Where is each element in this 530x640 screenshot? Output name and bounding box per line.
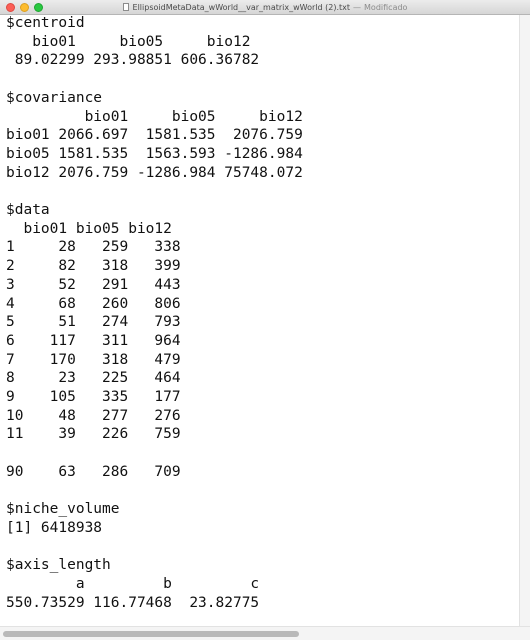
title-separator: — [353,2,362,12]
text-line: 90 63 286 709 [6,463,181,480]
text-line: bio01 bio05 bio12 [6,33,251,50]
text-line: 6 117 311 964 [6,332,181,349]
text-line: 5 51 274 793 [6,314,181,331]
text-line: bio01 2066.697 1581.535 2076.759 [6,127,303,144]
vertical-scrollbar[interactable] [519,15,530,626]
text-line: 9 105 335 177 [6,389,181,406]
text-line: 3 52 291 443 [6,276,181,293]
title-bar: EllipsoidMetaData_wWorld__var_matrix_wWo… [0,0,530,15]
text-line: 7 170 318 479 [6,351,181,368]
text-line: 10 48 277 276 [6,407,181,424]
document-status: Modificado [364,2,408,12]
text-line: [1] 6418938 [6,519,103,536]
text-line: bio01 bio05 bio12 [6,220,172,237]
horizontal-scrollbar[interactable] [0,626,530,640]
text-line: 2 82 318 399 [6,258,181,275]
text-line: 89.02299 293.98851 606.36782 [6,52,260,69]
text-line: $data [6,202,50,219]
window-title: EllipsoidMetaData_wWorld__var_matrix_wWo… [0,0,530,14]
text-line: 11 39 226 759 [6,426,181,443]
text-line: bio12 2076.759 -1286.984 75748.072 [6,164,303,181]
document-text[interactable]: $centroid bio01 bio05 bio12 89.02299 293… [6,14,514,613]
text-line: $niche_volume [6,501,120,518]
text-line: bio05 1581.535 1563.593 -1286.984 [6,145,303,162]
text-line: $axis_length [6,557,111,574]
text-line: 1 28 259 338 [6,239,181,256]
text-line: $centroid [6,15,85,31]
text-line: 8 23 225 464 [6,370,181,387]
text-line: bio01 bio05 bio12 [6,108,303,125]
text-line: a b c [6,576,260,593]
horizontal-scroll-thumb[interactable] [3,631,299,637]
text-editor-area[interactable]: $centroid bio01 bio05 bio12 89.02299 293… [6,14,514,626]
text-line: 550.73529 116.77468 23.82775 [6,594,260,611]
window-title-text: EllipsoidMetaData_wWorld__var_matrix_wWo… [132,2,351,12]
text-line: $covariance [6,89,103,106]
text-line: 4 68 260 806 [6,295,181,312]
document-icon [122,3,129,11]
